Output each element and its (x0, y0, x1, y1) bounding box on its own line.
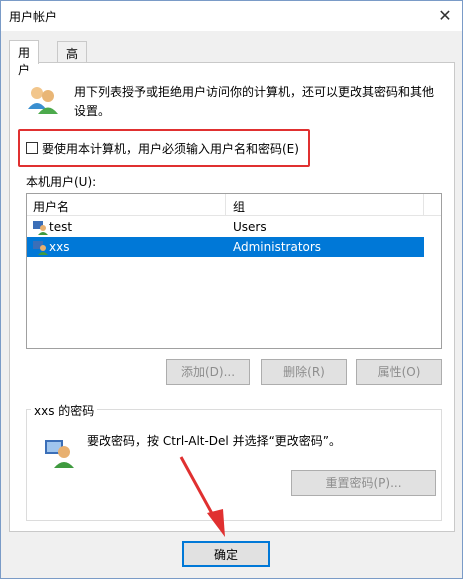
row-group: Administrators (233, 240, 322, 254)
user-key-icon (45, 440, 74, 468)
require-login-checkbox-row[interactable]: 要使用本计算机，用户必须输入用户名和密码(E) (26, 140, 299, 156)
user-account-icon (33, 241, 48, 255)
row-group: Users (233, 220, 267, 234)
add-user-button[interactable]: 添加(D)... (166, 359, 250, 385)
ok-button[interactable]: 确定 (182, 541, 270, 567)
password-group-title: xxs 的密码 (31, 402, 98, 419)
column-header-username[interactable]: 用户名 (33, 198, 69, 215)
password-group: xxs 的密码 要改密码，按 Ctrl-Alt-Del 并选择“更改密码”。 重… (26, 402, 442, 521)
remove-user-button[interactable]: 删除(R) (261, 359, 347, 385)
column-header-group[interactable]: 组 (233, 198, 245, 215)
users-tab-panel: 用下列表授予或拒绝用户访问你的计算机，还可以更改其密码和其他设置。 要使用本计算… (9, 62, 455, 532)
tab-users[interactable]: 用户 (9, 40, 40, 77)
table-row[interactable]: test Users (27, 217, 424, 237)
local-users-label: 本机用户(U): (26, 175, 97, 189)
window-title: 用户帐户 (9, 10, 58, 24)
require-login-label[interactable]: 要使用本计算机，用户必须输入用户名和密码(E) (42, 140, 299, 157)
tab-advanced[interactable]: 高级 (57, 41, 88, 78)
reset-password-button[interactable]: 重置密码(P)... (291, 470, 436, 496)
password-instruction: 要改密码，按 Ctrl-Alt-Del 并选择“更改密码”。 (87, 434, 342, 448)
description-text: 用下列表授予或拒绝用户访问你的计算机，还可以更改其密码和其他设置。 (74, 85, 435, 118)
row-username: xxs (49, 240, 70, 254)
close-icon[interactable]: ✕ (432, 3, 458, 29)
users-icon (28, 87, 58, 114)
local-users-list[interactable]: 用户名 组 test Users xxs Administrators (26, 193, 442, 349)
properties-button[interactable]: 属性(O) (356, 359, 442, 385)
column-divider (225, 194, 226, 216)
table-row[interactable]: xxs Administrators (27, 237, 424, 257)
list-header: 用户名 组 (27, 194, 441, 216)
column-divider (423, 194, 424, 216)
user-account-icon (33, 221, 48, 235)
require-login-checkbox[interactable] (26, 142, 38, 154)
title-bar: 用户帐户 ✕ (1, 1, 462, 31)
annotation-arrow-icon (179, 456, 225, 537)
user-accounts-dialog: 用户帐户 ✕ 用户 高级 用下列表授予或拒绝用户访问你的计算机，还可以更改其密码… (0, 0, 463, 579)
row-username: test (49, 220, 73, 234)
